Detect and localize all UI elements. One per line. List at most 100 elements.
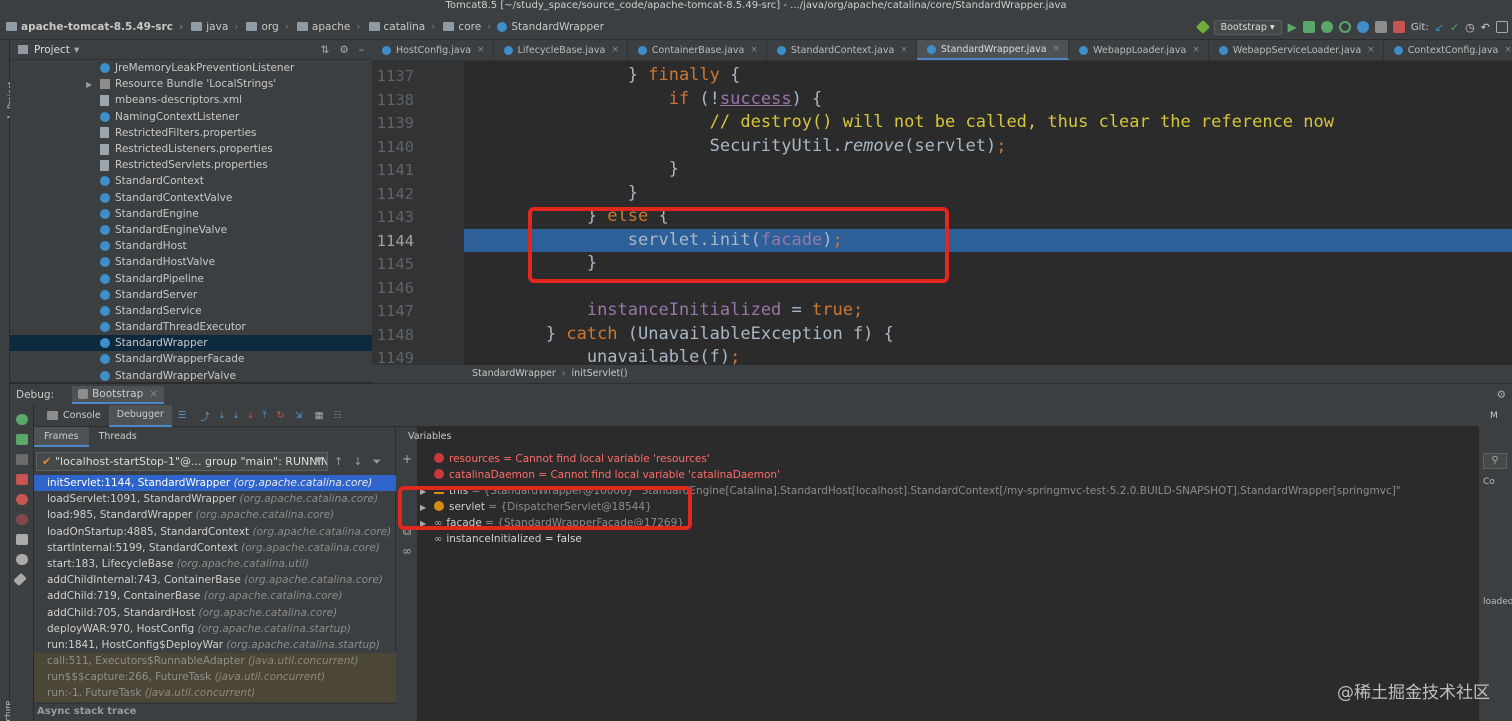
stack-frame[interactable]: loadOnStartup:4885, StandardContext (org… — [34, 524, 396, 540]
evaluate-expression-icon[interactable]: ▦ — [315, 410, 324, 421]
editor-tab[interactable]: HostConfig.java × — [372, 40, 494, 60]
breadcrumb-item-catalina[interactable]: catalina › — [367, 21, 442, 33]
tree-item[interactable]: StandardWrapperFacade — [10, 351, 372, 367]
step-into-icon[interactable]: ⤓ — [234, 410, 238, 421]
attach-icon[interactable] — [1356, 21, 1369, 33]
tab-debugger[interactable]: Debugger — [108, 404, 172, 427]
project-view-selector[interactable]: Project — [34, 44, 70, 56]
tree-item[interactable]: StandardWrapperValve — [10, 368, 372, 382]
close-icon[interactable]: × — [1367, 45, 1375, 55]
memory-tab[interactable]: M — [1478, 405, 1512, 427]
tree-item[interactable]: StandardEngineValve — [10, 222, 372, 238]
stack-frame[interactable]: loadServlet:1091, StandardWrapper (org.a… — [34, 491, 396, 507]
tree-item[interactable]: mbeans-descriptors.xml — [10, 92, 372, 108]
step-out-icon[interactable]: ⤒ — [262, 410, 266, 421]
tree-item[interactable]: StandardPipeline — [10, 270, 372, 286]
drop-frame-icon[interactable]: ↻ — [277, 410, 285, 421]
thread-selector[interactable]: ✔ "localhost-startStop-1"@... group "mai… — [36, 452, 328, 471]
settings-icon[interactable] — [16, 554, 28, 565]
filter-icon[interactable]: ⏷ — [372, 455, 381, 469]
collapse-all-icon[interactable]: ⇅ — [321, 44, 330, 56]
stack-frame[interactable]: addChild:705, StandardHost (org.apache.c… — [34, 605, 396, 621]
tab-console[interactable]: Console — [34, 405, 109, 427]
variable-row[interactable]: resources = Cannot find local variable '… — [434, 451, 710, 467]
breadcrumb-item-class[interactable]: StandardWrapper — [497, 21, 604, 33]
stop-icon[interactable] — [1392, 21, 1405, 33]
search-icon[interactable]: ⚲ — [1483, 453, 1507, 469]
debug-icon[interactable] — [1302, 21, 1315, 33]
run-to-cursor-icon[interactable]: ⇲ — [295, 410, 303, 421]
show-watches-icon[interactable]: ∞ — [400, 545, 414, 557]
settings-gear-icon[interactable]: ⚙ — [1497, 389, 1506, 401]
line-number[interactable]: 1139 — [372, 114, 414, 132]
line-number[interactable]: 1145 — [372, 255, 414, 273]
tree-item[interactable]: StandardThreadExecutor — [10, 319, 372, 335]
vcs-commit-icon[interactable]: ✓ — [1450, 21, 1459, 34]
tree-item[interactable]: RestrictedListeners.properties — [10, 141, 372, 157]
line-number[interactable]: 1141 — [372, 161, 414, 179]
tree-item[interactable]: StandardHostValve — [10, 254, 372, 270]
hide-icon[interactable]: – — [359, 44, 364, 56]
settings-gear-icon[interactable]: ⚙ — [339, 44, 348, 56]
close-icon[interactable]: × — [900, 45, 908, 55]
camera-icon[interactable] — [16, 534, 28, 545]
view-breakpoints-icon[interactable] — [16, 494, 28, 505]
tree-item[interactable]: StandardHost — [10, 238, 372, 254]
line-number[interactable]: 1144 — [372, 232, 414, 250]
editor-tab[interactable]: ContainerBase.java × — [628, 40, 767, 60]
breadcrumb-item-java[interactable]: java › — [189, 21, 244, 33]
close-icon[interactable]: × — [1053, 44, 1061, 54]
tree-item[interactable]: NamingContextListener — [10, 109, 372, 125]
editor-breadcrumb-method[interactable]: initServlet() — [572, 368, 628, 379]
close-icon[interactable]: × — [1192, 45, 1200, 55]
tree-item[interactable]: StandardContextValve — [10, 190, 372, 206]
profile-icon[interactable] — [1338, 21, 1351, 33]
update-icon[interactable] — [1374, 21, 1387, 33]
variable-row[interactable]: catalinaDaemon = Cannot find local varia… — [434, 467, 780, 483]
coverage-icon[interactable] — [1320, 21, 1333, 33]
editor-tab[interactable]: WebappServiceLoader.java × — [1209, 40, 1384, 60]
stack-frame[interactable]: startInternal:5199, StandardContext (org… — [34, 540, 396, 556]
tree-item[interactable]: StandardServer — [10, 287, 372, 303]
stack-frame[interactable]: run:1841, HostConfig$DeployWar (org.apac… — [34, 637, 396, 653]
tree-item[interactable]: StandardContext — [10, 173, 372, 189]
close-icon[interactable]: × — [1504, 45, 1512, 55]
breadcrumb-item-apache[interactable]: apache › — [295, 21, 367, 33]
tree-item[interactable]: StandardEngine — [10, 206, 372, 222]
line-number[interactable]: 1140 — [372, 138, 414, 156]
stop-icon[interactable] — [16, 474, 28, 485]
close-icon[interactable]: × — [477, 45, 485, 55]
vcs-history-icon[interactable]: ◷ — [1465, 21, 1475, 34]
build-icon[interactable] — [1195, 19, 1210, 35]
close-icon[interactable]: × — [611, 45, 619, 55]
frame-up-icon[interactable]: ↑ — [334, 455, 343, 469]
stack-frame[interactable]: addChild:719, ContainerBase (org.apache.… — [34, 588, 396, 604]
breadcrumb-item-project[interactable]: apache-tomcat-8.5.49-src › — [4, 21, 189, 33]
close-icon[interactable]: × — [149, 388, 158, 400]
stack-frame[interactable]: start:183, LifecycleBase (org.apache.cat… — [34, 556, 396, 572]
breadcrumb-item-core[interactable]: core › — [441, 21, 497, 33]
trace-icon[interactable]: ☷ — [334, 410, 343, 421]
debug-session-tab[interactable]: Bootstrap × — [72, 385, 165, 404]
close-icon[interactable]: × — [750, 45, 758, 55]
tab-frames[interactable]: Frames — [34, 427, 89, 447]
editor-tab[interactable]: StandardWrapper.java × — [916, 40, 1070, 60]
add-watch-icon[interactable]: + — [400, 453, 414, 465]
tab-threads[interactable]: Threads — [89, 427, 147, 447]
line-number[interactable]: 1142 — [372, 185, 414, 203]
tree-item[interactable]: JreMemoryLeakPreventionListener — [10, 60, 372, 76]
expand-arrow-icon[interactable]: ▶ — [86, 80, 92, 89]
stack-frame[interactable]: addChildInternal:743, ContainerBase (org… — [34, 572, 396, 588]
run-configuration-select[interactable]: Bootstrap ▾ — [1213, 19, 1282, 35]
pause-icon[interactable] — [16, 454, 28, 465]
line-number[interactable]: 1143 — [372, 208, 414, 226]
layout-menu-icon[interactable]: ☰ — [178, 410, 187, 421]
stack-frame[interactable]: run$$$capture:266, FutureTask (java.util… — [34, 669, 396, 686]
stack-frame[interactable]: call:511, Executors$RunnableAdapter (jav… — [34, 653, 396, 670]
stack-frame[interactable]: load:985, StandardWrapper (org.apache.ca… — [34, 507, 396, 523]
vcs-revert-icon[interactable]: ↶ — [1481, 21, 1490, 34]
tree-item[interactable]: StandardService — [10, 303, 372, 319]
line-number[interactable]: 1146 — [372, 279, 414, 297]
variable-row[interactable]: ∞ instanceInitialized = false — [434, 531, 582, 547]
breadcrumb-item-org[interactable]: org › — [244, 21, 294, 33]
